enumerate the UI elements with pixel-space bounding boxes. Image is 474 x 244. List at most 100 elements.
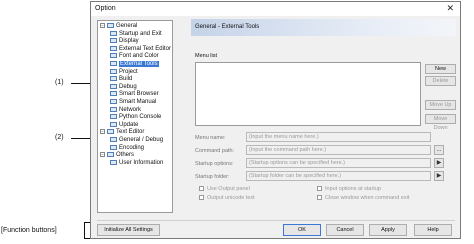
tree-item-label: Project (119, 68, 138, 75)
command-path-label: Command path: (195, 148, 235, 154)
output-unicode-checkbox[interactable]: Output unicode text (199, 195, 255, 201)
checkbox-label: Close window when command exit (325, 195, 410, 201)
settings-page-icon (110, 137, 117, 142)
menu-name-field[interactable]: (Input the menu name here.) (246, 132, 431, 142)
initialize-all-settings-button[interactable]: Initialize All Settings (97, 224, 160, 236)
settings-page-icon (110, 38, 117, 44)
expand-collapse-icon[interactable]: − (100, 152, 105, 158)
tree-item-label: Update (119, 121, 139, 128)
title-bar: Option ✕ (91, 2, 460, 16)
tree-item[interactable]: Build (110, 76, 132, 82)
tree-item[interactable]: Startup and Exit (110, 30, 162, 37)
settings-page-icon (110, 76, 117, 82)
tree-item-label: External Text Editor (119, 45, 171, 52)
tree-item-label: Encoding (119, 144, 145, 151)
tree-item-label: General / Debug (119, 137, 164, 144)
tree-item[interactable]: − Text Editor (100, 129, 144, 135)
tree-item-label: Startup and Exit (119, 30, 162, 37)
tree-item-label: Text Editor (116, 129, 145, 136)
input-options-startup-checkbox[interactable]: Input options at startup (317, 186, 381, 192)
command-path-field[interactable]: (Input the command path here.) (246, 145, 431, 155)
tree-item[interactable]: Smart Manual (110, 99, 156, 105)
tree-item-label: Others (116, 152, 135, 159)
apply-button[interactable]: Apply (369, 224, 407, 236)
callout-2-label: (2) (55, 134, 64, 141)
tree-item[interactable]: Font and Color (110, 53, 159, 59)
tree-item[interactable]: Python Console (110, 114, 161, 120)
tree-item[interactable]: Network (110, 106, 142, 113)
checkbox-box[interactable] (317, 186, 322, 192)
checkbox-box[interactable] (199, 186, 204, 192)
settings-page-icon (107, 152, 114, 158)
footer-separator (97, 220, 455, 221)
category-tree[interactable]: − General Startup and Exit Display External … (97, 20, 173, 213)
panel-header-title: General - External Tools (195, 24, 260, 30)
startup-options-arrow-icon[interactable]: ▶ (434, 158, 444, 168)
settings-page-icon (110, 91, 117, 97)
tree-item[interactable]: External Tools (110, 61, 159, 68)
tree-item[interactable]: Smart Browser (110, 91, 159, 97)
settings-page-icon (107, 23, 114, 28)
tree-item[interactable]: General / Debug (110, 137, 163, 143)
tree-item[interactable]: − Others (100, 152, 134, 158)
tree-item-label: General (116, 23, 138, 30)
tree-item-label: Build (119, 76, 133, 83)
option-dialog: Option ✕ − General Startup and Exit Display… (90, 1, 461, 239)
settings-page-icon (110, 144, 117, 150)
new-button[interactable]: New (425, 64, 456, 74)
use-output-panel-checkbox[interactable]: Use Output panel (199, 186, 250, 192)
settings-page-icon (110, 159, 117, 165)
menu-list[interactable] (195, 62, 421, 126)
tree-item[interactable]: Display (110, 38, 139, 44)
move-down-button[interactable]: Move Down (425, 114, 456, 131)
delete-button[interactable]: Delete (425, 76, 456, 86)
settings-page-icon (110, 106, 117, 112)
menu-name-label: Menu name: (195, 135, 226, 141)
cancel-button[interactable]: Cancel (326, 224, 364, 236)
function-buttons-label: [Function buttons] (1, 227, 57, 234)
checkbox-label: Use Output panel (207, 186, 250, 192)
tree-item[interactable]: External Text Editor (110, 45, 171, 52)
tree-item-label: Font and Color (119, 53, 159, 60)
tree-item-label: Debug (119, 83, 137, 90)
tree-item-label: Display (119, 38, 139, 45)
tree-item[interactable]: Encoding (110, 144, 145, 151)
close-icon[interactable]: ✕ (446, 3, 454, 14)
panel-header: General - External Tools (191, 19, 456, 36)
settings-page-icon (110, 99, 117, 104)
checkbox-label: Input options at startup (325, 186, 381, 192)
settings-page-icon (110, 68, 117, 74)
expand-collapse-icon[interactable]: − (100, 129, 105, 135)
callout-1-label: (1) (55, 79, 64, 86)
tree-item-label: Smart Browser (119, 91, 159, 98)
tree-item-label: Python Console (119, 114, 162, 121)
settings-page-icon (110, 30, 117, 36)
window-title: Option (95, 5, 116, 12)
tree-item[interactable]: − General (100, 23, 137, 29)
move-up-button[interactable]: Move Up (425, 100, 456, 110)
startup-options-field[interactable]: (Startup options can be specified here.) (246, 158, 431, 168)
settings-page-icon (110, 83, 117, 89)
tree-item[interactable]: Update (110, 121, 139, 128)
checkbox-box[interactable] (317, 195, 322, 201)
settings-page-icon (110, 121, 117, 127)
checkbox-box[interactable] (199, 195, 204, 201)
close-window-checkbox[interactable]: Close window when command exit (317, 195, 409, 201)
help-button[interactable]: Help (414, 224, 452, 236)
expand-collapse-icon[interactable]: − (100, 23, 105, 28)
tree-item-label: Network (119, 106, 142, 113)
tree-item-label: External Tools (119, 61, 159, 68)
settings-page-icon (107, 129, 114, 135)
browse-button[interactable]: ... (434, 145, 444, 155)
settings-page-icon (110, 53, 117, 59)
tree-item[interactable]: Debug (110, 83, 137, 90)
tree-item[interactable]: User Information (110, 159, 164, 166)
startup-folder-field[interactable]: (Startup folder can be specified here.) (246, 171, 431, 181)
startup-folder-arrow-icon[interactable]: ▶ (434, 171, 444, 181)
checkbox-label: Output unicode text (207, 195, 255, 201)
tree-item[interactable]: Project (110, 68, 138, 75)
startup-folder-label: Startup folder: (195, 174, 230, 180)
tree-item-label: User Information (119, 159, 164, 166)
settings-page-icon (110, 45, 117, 51)
ok-button[interactable]: OK (283, 224, 321, 236)
